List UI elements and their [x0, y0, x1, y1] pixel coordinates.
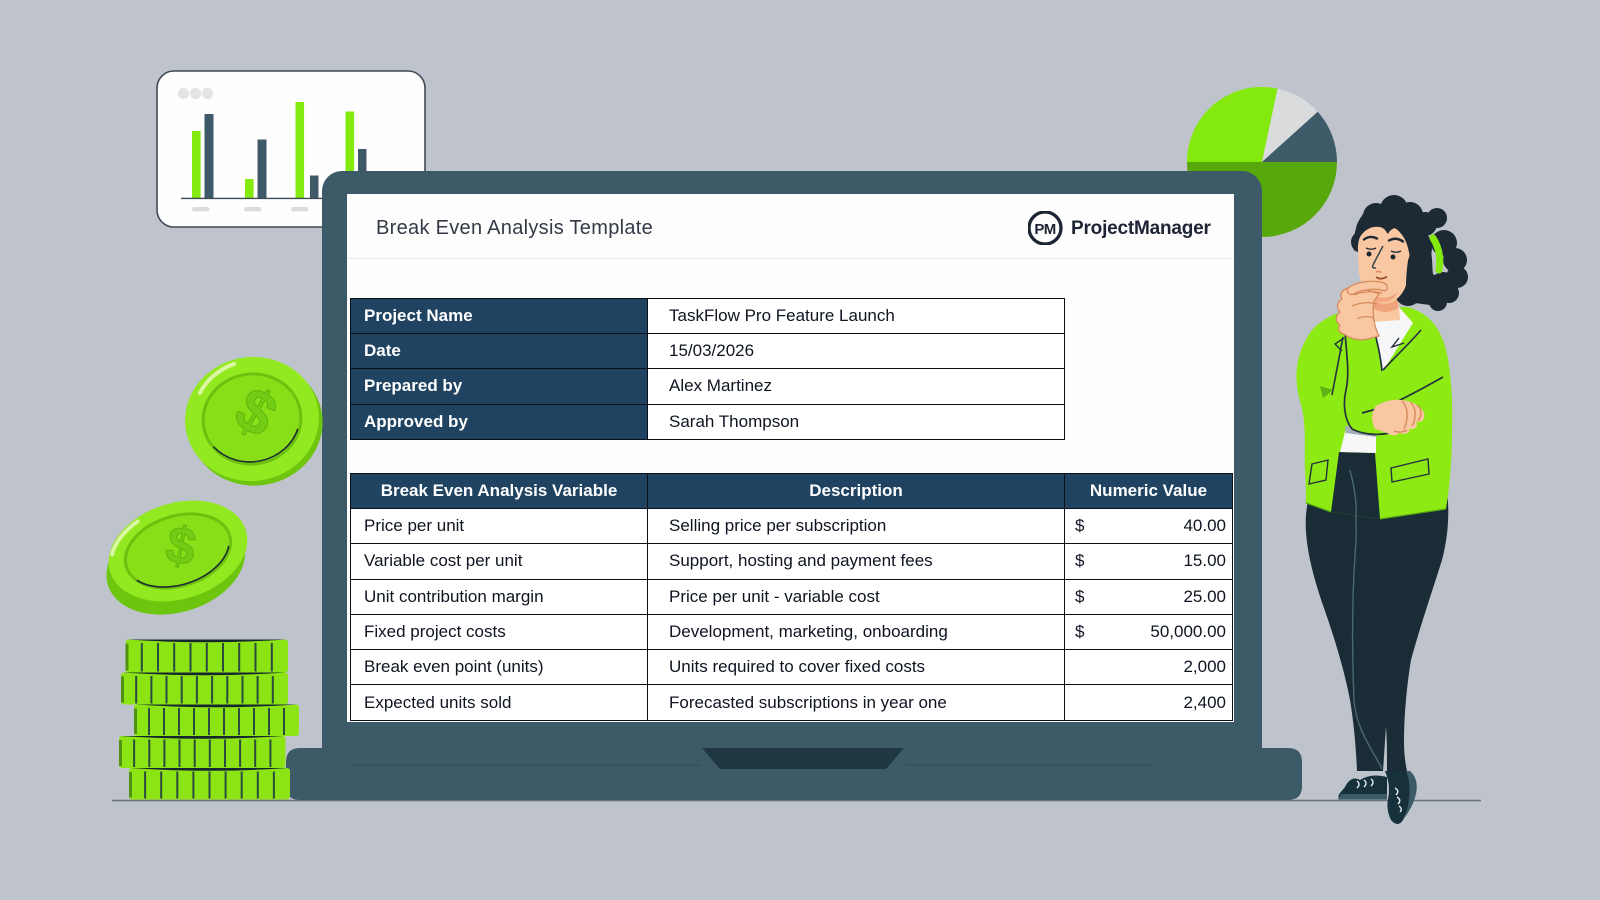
- svg-text:PM: PM: [1034, 221, 1055, 238]
